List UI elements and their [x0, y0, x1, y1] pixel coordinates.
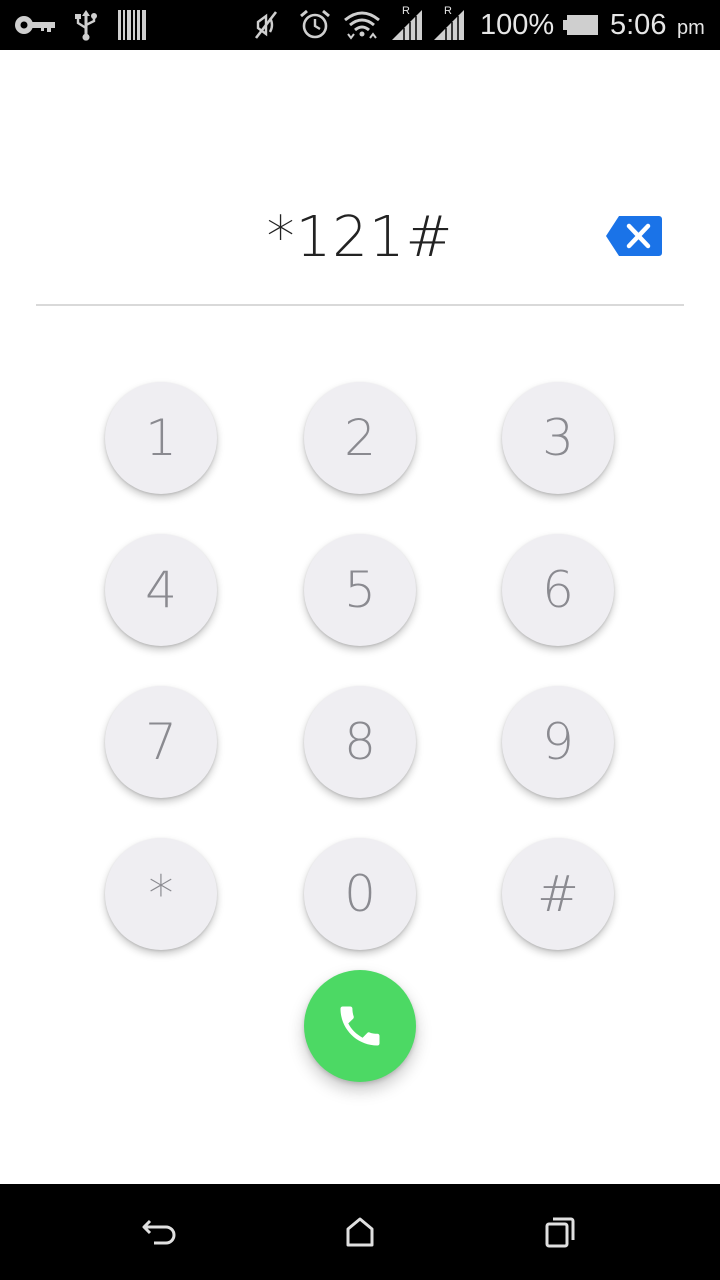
alarm-icon — [298, 0, 332, 50]
roaming-label: R — [402, 5, 410, 17]
key-7[interactable]: 7 — [105, 686, 217, 798]
recents-button[interactable] — [530, 1202, 590, 1262]
status-bar: R R 100% 5:06 pm — [0, 0, 720, 50]
backspace-button[interactable] — [605, 214, 663, 258]
navigation-bar — [0, 1184, 720, 1280]
key-label: 5 — [344, 561, 376, 619]
recents-icon — [545, 1217, 575, 1248]
key-6[interactable]: 6 — [502, 534, 614, 646]
key-label: 3 — [542, 409, 574, 467]
key-3[interactable]: 3 — [502, 382, 614, 494]
barcode-icon — [116, 0, 148, 50]
key-label: 6 — [542, 561, 574, 619]
key-label: 4 — [145, 561, 177, 619]
clock-ampm: pm — [677, 17, 705, 39]
key-label: 9 — [542, 713, 574, 771]
key-star[interactable]: * — [105, 838, 217, 950]
key-5[interactable]: 5 — [304, 534, 416, 646]
key-label: 8 — [344, 713, 376, 771]
home-icon — [346, 1217, 374, 1247]
clock-time: 5:06 — [610, 9, 667, 41]
key-4[interactable]: 4 — [105, 534, 217, 646]
phone-icon — [340, 1006, 380, 1046]
call-button[interactable] — [304, 970, 416, 1082]
key-1[interactable]: 1 — [105, 382, 217, 494]
key-9[interactable]: 9 — [502, 686, 614, 798]
key-label: 0 — [344, 865, 376, 923]
roaming-label: R — [444, 5, 452, 17]
back-button[interactable] — [130, 1202, 190, 1262]
key-icon — [14, 0, 58, 50]
key-8[interactable]: 8 — [304, 686, 416, 798]
key-label: # — [537, 865, 579, 923]
key-label: * — [148, 865, 174, 923]
backspace-icon — [606, 216, 662, 256]
battery-icon — [563, 0, 599, 50]
home-button[interactable] — [330, 1202, 390, 1262]
key-2[interactable]: 2 — [304, 382, 416, 494]
usb-icon — [72, 0, 100, 50]
battery-percent: 100% — [480, 9, 555, 41]
input-divider — [36, 304, 684, 306]
key-0[interactable]: 0 — [304, 838, 416, 950]
key-label: 1 — [145, 409, 177, 467]
key-label: 2 — [344, 409, 376, 467]
mute-icon — [252, 0, 280, 50]
back-icon — [142, 1219, 176, 1245]
wifi-icon — [342, 0, 382, 50]
key-label: 7 — [145, 713, 177, 771]
key-hash[interactable]: # — [502, 838, 614, 950]
